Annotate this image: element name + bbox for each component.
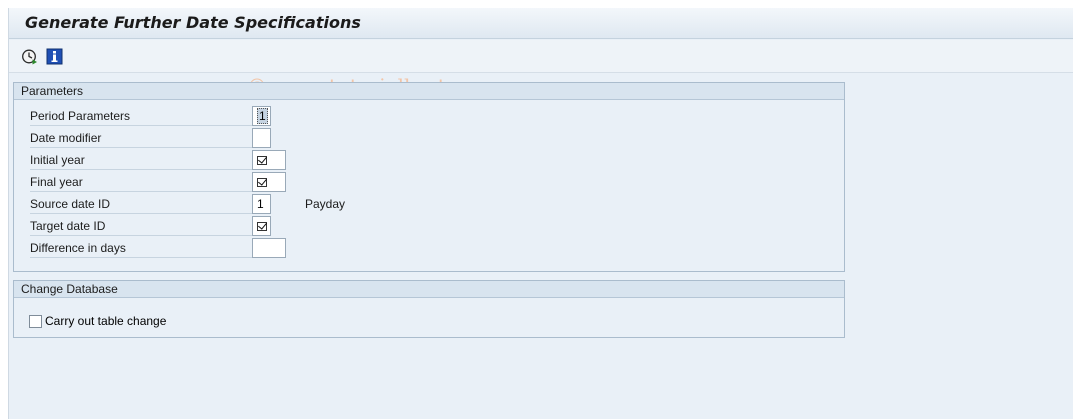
carry-out-table-change-checkbox[interactable]: [29, 314, 42, 328]
label-final-year: Final year: [30, 172, 252, 192]
execute-clock-icon: [22, 49, 37, 65]
label-target-date-id: Target date ID: [30, 216, 252, 236]
label-date-modifier: Date modifier: [30, 128, 252, 148]
parameters-heading: Parameters: [14, 83, 844, 100]
carry-out-table-change-label[interactable]: Carry out table change: [45, 314, 166, 328]
info-icon: [46, 48, 63, 65]
period-parameters-value: 1: [257, 108, 268, 124]
target-date-id-field[interactable]: [252, 216, 271, 236]
label-initial-year: Initial year: [30, 150, 252, 170]
period-parameters-field[interactable]: 1: [252, 106, 271, 126]
label-difference-in-days: Difference in days: [30, 238, 252, 258]
date-modifier-field[interactable]: [252, 128, 271, 148]
source-date-id-text: Payday: [305, 197, 346, 211]
required-check-icon: [257, 178, 267, 187]
application-toolbar: © www.tutorialkart.com: [9, 40, 1073, 98]
change-database-heading: Change Database: [14, 281, 844, 298]
carry-out-table-change-row: Carry out table change: [29, 313, 166, 329]
page-title: Generate Further Date Specifications: [25, 13, 361, 32]
required-check-icon: [257, 156, 267, 165]
execute-button[interactable]: [21, 48, 38, 65]
main-window: Generate Further Date Specifications © w…: [8, 8, 1073, 419]
source-date-id-field[interactable]: 1: [252, 194, 271, 214]
change-database-group: Change Database Carry out table change: [13, 280, 845, 338]
initial-year-field[interactable]: [252, 150, 286, 170]
label-period-parameters: Period Parameters: [30, 106, 252, 126]
parameters-group: Parameters Period Parameters 1 Date modi…: [13, 82, 845, 272]
info-button[interactable]: [46, 48, 63, 65]
title-bar: Generate Further Date Specifications: [9, 8, 1073, 39]
label-source-date-id: Source date ID: [30, 194, 252, 214]
required-check-icon: [257, 222, 267, 231]
difference-in-days-field[interactable]: [252, 238, 286, 258]
final-year-field[interactable]: [252, 172, 286, 192]
